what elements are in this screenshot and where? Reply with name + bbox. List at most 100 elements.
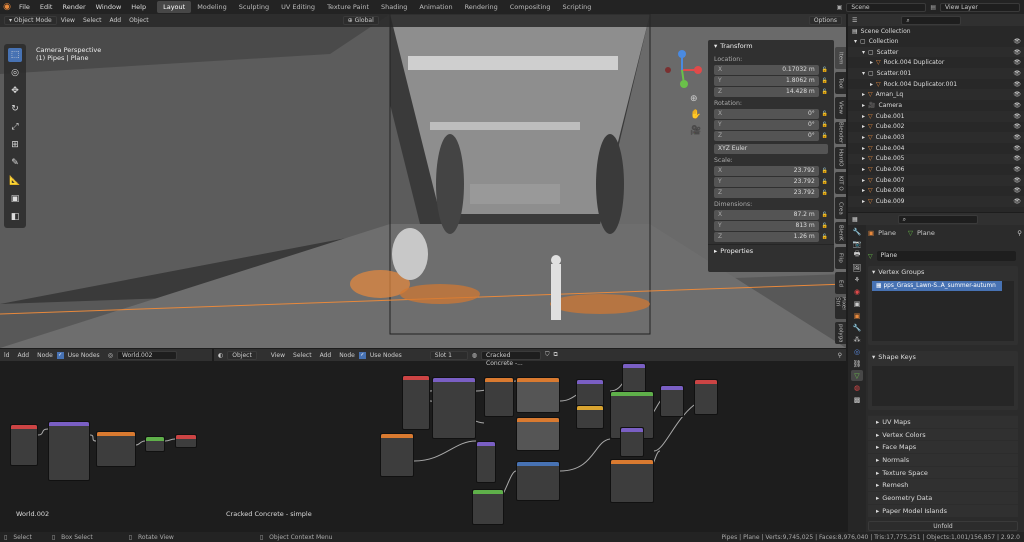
visibility-icon[interactable]: 👁 (1013, 113, 1024, 120)
material-selector[interactable]: Cracked Concrete -... (481, 350, 542, 367)
location-z-field[interactable]: Z 14.428 m (714, 87, 819, 97)
outliner-row[interactable]: ▸ ▽ Cube.004 👁 (848, 143, 1024, 154)
navigation-gizmo[interactable] (660, 48, 704, 92)
panel-face-maps[interactable]: ▸ Face Maps (868, 440, 1018, 454)
sidebar-tab-pixel-stri[interactable]: Pixel Stri (835, 297, 846, 319)
menu-help[interactable]: Help (126, 3, 151, 11)
expand-icon[interactable]: ▸ (870, 59, 873, 66)
lock-icon[interactable]: 🔓 (822, 67, 828, 73)
outliner-row[interactable]: ▾ ▢ Scatter 👁 (848, 46, 1024, 58)
scale-x-field[interactable]: X 23.792 (714, 166, 819, 176)
shader-node-16[interactable] (660, 385, 684, 417)
menu-window[interactable]: Window (91, 3, 127, 11)
visibility-icon[interactable]: 👁 (1013, 166, 1024, 173)
3d-viewport[interactable]: ▾ Object Mode View Select Add Object ⊕ Glob… (0, 14, 846, 348)
shader-node-1[interactable] (402, 375, 430, 430)
properties-search[interactable]: ⌕ (897, 214, 978, 224)
expand-icon[interactable]: ▸ (862, 91, 865, 98)
pin-icon[interactable]: ⚲ (1017, 229, 1022, 237)
world-node-mapping[interactable] (48, 421, 90, 481)
zoom-icon[interactable]: ⊕ (690, 94, 701, 104)
measure-tool-icon[interactable]: 📐 (8, 174, 22, 188)
sidebar-tab-item[interactable]: Item (835, 47, 846, 69)
scale-z-field[interactable]: Z 23.792 (714, 188, 819, 198)
fake-user-icon[interactable]: ⛉ (545, 351, 550, 359)
world-menu-node[interactable]: Node (37, 352, 53, 359)
blender-logo-icon[interactable]: ◉ (0, 2, 14, 12)
shape-keys-header[interactable]: ▾ Shape Keys (868, 351, 1018, 362)
object-tab-icon[interactable]: ▣ (851, 310, 863, 321)
shader-menu-add[interactable]: Add (320, 352, 332, 359)
shader-node-7[interactable] (476, 441, 496, 483)
vertex-group-item[interactable]: ▦ pps_Grass_Lawn-S..A_summer-autumn (872, 281, 1002, 291)
expand-icon[interactable]: ▸ (862, 187, 865, 194)
move-tool-icon[interactable]: ✥ (8, 84, 22, 98)
pan-icon[interactable]: ✋ (690, 110, 701, 120)
material-icon[interactable]: ◍ (472, 352, 477, 359)
location-x-field[interactable]: X 0.17032 m (714, 65, 819, 75)
rotation-x-field[interactable]: X 0° (714, 109, 819, 119)
sidebar-tab-crea[interactable]: Crea (835, 197, 846, 219)
expand-icon[interactable]: ▾ (854, 38, 857, 45)
viewport-menu-add[interactable]: Add (109, 17, 121, 24)
panel-uv-maps[interactable]: ▸ UV Maps (868, 415, 1018, 428)
expand-icon[interactable]: ▸ (870, 81, 873, 88)
options-dropdown[interactable]: Options (808, 16, 842, 25)
properties-type-icon[interactable]: ▦ (852, 216, 858, 223)
world-selector[interactable]: World.002 (116, 350, 177, 360)
menu-edit[interactable]: Edit (35, 3, 58, 11)
outliner-row[interactable]: ▾ ▢ Scatter.001 👁 (848, 68, 1024, 79)
shader-use-nodes-checkbox[interactable]: ✓ (358, 351, 366, 359)
outliner-row[interactable]: ▸ ▽ Aman_Lq 👁 (848, 89, 1024, 101)
scene-tab-icon[interactable]: ⚘ (851, 274, 863, 285)
texture-tab-icon[interactable]: ▩ (851, 394, 863, 405)
panel-normals[interactable]: ▸ Normals (868, 453, 1018, 466)
outliner-row[interactable]: ▸ ▽ Cube.007 👁 (848, 174, 1024, 186)
shader-node-editor[interactable]: ◐ Object View Select Add Node ✓ Use Nodes S… (214, 349, 846, 531)
visibility-icon[interactable]: 👁 (1013, 59, 1024, 66)
expand-icon[interactable]: ▸ (862, 177, 865, 184)
world-node-texcoord[interactable] (10, 424, 38, 466)
viewport-menu-select[interactable]: Select (83, 17, 102, 24)
shader-node-3[interactable] (484, 377, 514, 417)
output-tab-icon[interactable]: 🖶 (851, 250, 863, 261)
world-node-background[interactable] (145, 436, 165, 452)
tab-texture-paint[interactable]: Texture Paint (321, 1, 375, 13)
sidebar-tab-polyga[interactable]: polyga (835, 322, 846, 344)
outliner-row[interactable]: ▸ ▽ Cube.006 👁 (848, 164, 1024, 175)
visibility-icon[interactable]: 👁 (1013, 198, 1024, 205)
visibility-icon[interactable]: 👁 (1013, 91, 1024, 98)
visibility-icon[interactable]: 👁 (1013, 177, 1024, 184)
cursor-tool-icon[interactable]: ◎ (8, 66, 22, 80)
outliner-row[interactable]: ▸ ▽ Rock.004 Duplicator.001 👁 (848, 79, 1024, 90)
transform-header[interactable]: ▾ Transform (708, 40, 834, 52)
world-tab-icon[interactable]: ◉ (851, 286, 863, 297)
outliner-row[interactable]: ▸ ▽ Cube.001 👁 (848, 110, 1024, 122)
outliner-type-icon[interactable]: ☰ (852, 17, 857, 24)
world-menu-add[interactable]: Add (17, 352, 29, 359)
world-menu-ld[interactable]: ld (4, 352, 9, 359)
visibility-icon[interactable]: 👁 (1013, 134, 1024, 141)
lock-icon[interactable]: 🔓 (822, 212, 828, 218)
sidebar-tab-blender[interactable]: Blender (835, 122, 846, 144)
collection-tab-icon[interactable]: ▣ (851, 298, 863, 309)
outliner-row[interactable]: ▸ ▽ Cube.002 👁 (848, 122, 1024, 133)
tab-shading[interactable]: Shading (375, 1, 413, 13)
object-mode-dropdown[interactable]: ▾ Object Mode (4, 16, 57, 25)
dimensions-z-field[interactable]: Z 1.26 m (714, 232, 819, 242)
rotation-z-field[interactable]: Z 0° (714, 131, 819, 141)
expand-icon[interactable]: ▸ (862, 155, 865, 162)
panel-geometry-data[interactable]: ▸ Geometry Data (868, 491, 1018, 504)
visibility-icon[interactable]: 👁 (1013, 145, 1024, 152)
select-tool-icon[interactable]: ⬚ (8, 48, 22, 62)
scene-icon[interactable]: ▣ (837, 4, 843, 11)
scene-selector[interactable]: Scene (846, 2, 927, 12)
expand-icon[interactable]: ▾ (862, 70, 865, 77)
lock-icon[interactable]: 🔓 (822, 78, 828, 84)
panel-remesh[interactable]: ▸ Remesh (868, 478, 1018, 492)
expand-icon[interactable]: ▸ (862, 145, 865, 152)
expand-icon[interactable]: ▸ (862, 134, 865, 141)
visibility-icon[interactable]: 👁 (1013, 38, 1024, 45)
camera-view-icon[interactable]: 🎥 (690, 126, 701, 136)
sidebar-tab-ed[interactable]: Ed (835, 272, 846, 294)
